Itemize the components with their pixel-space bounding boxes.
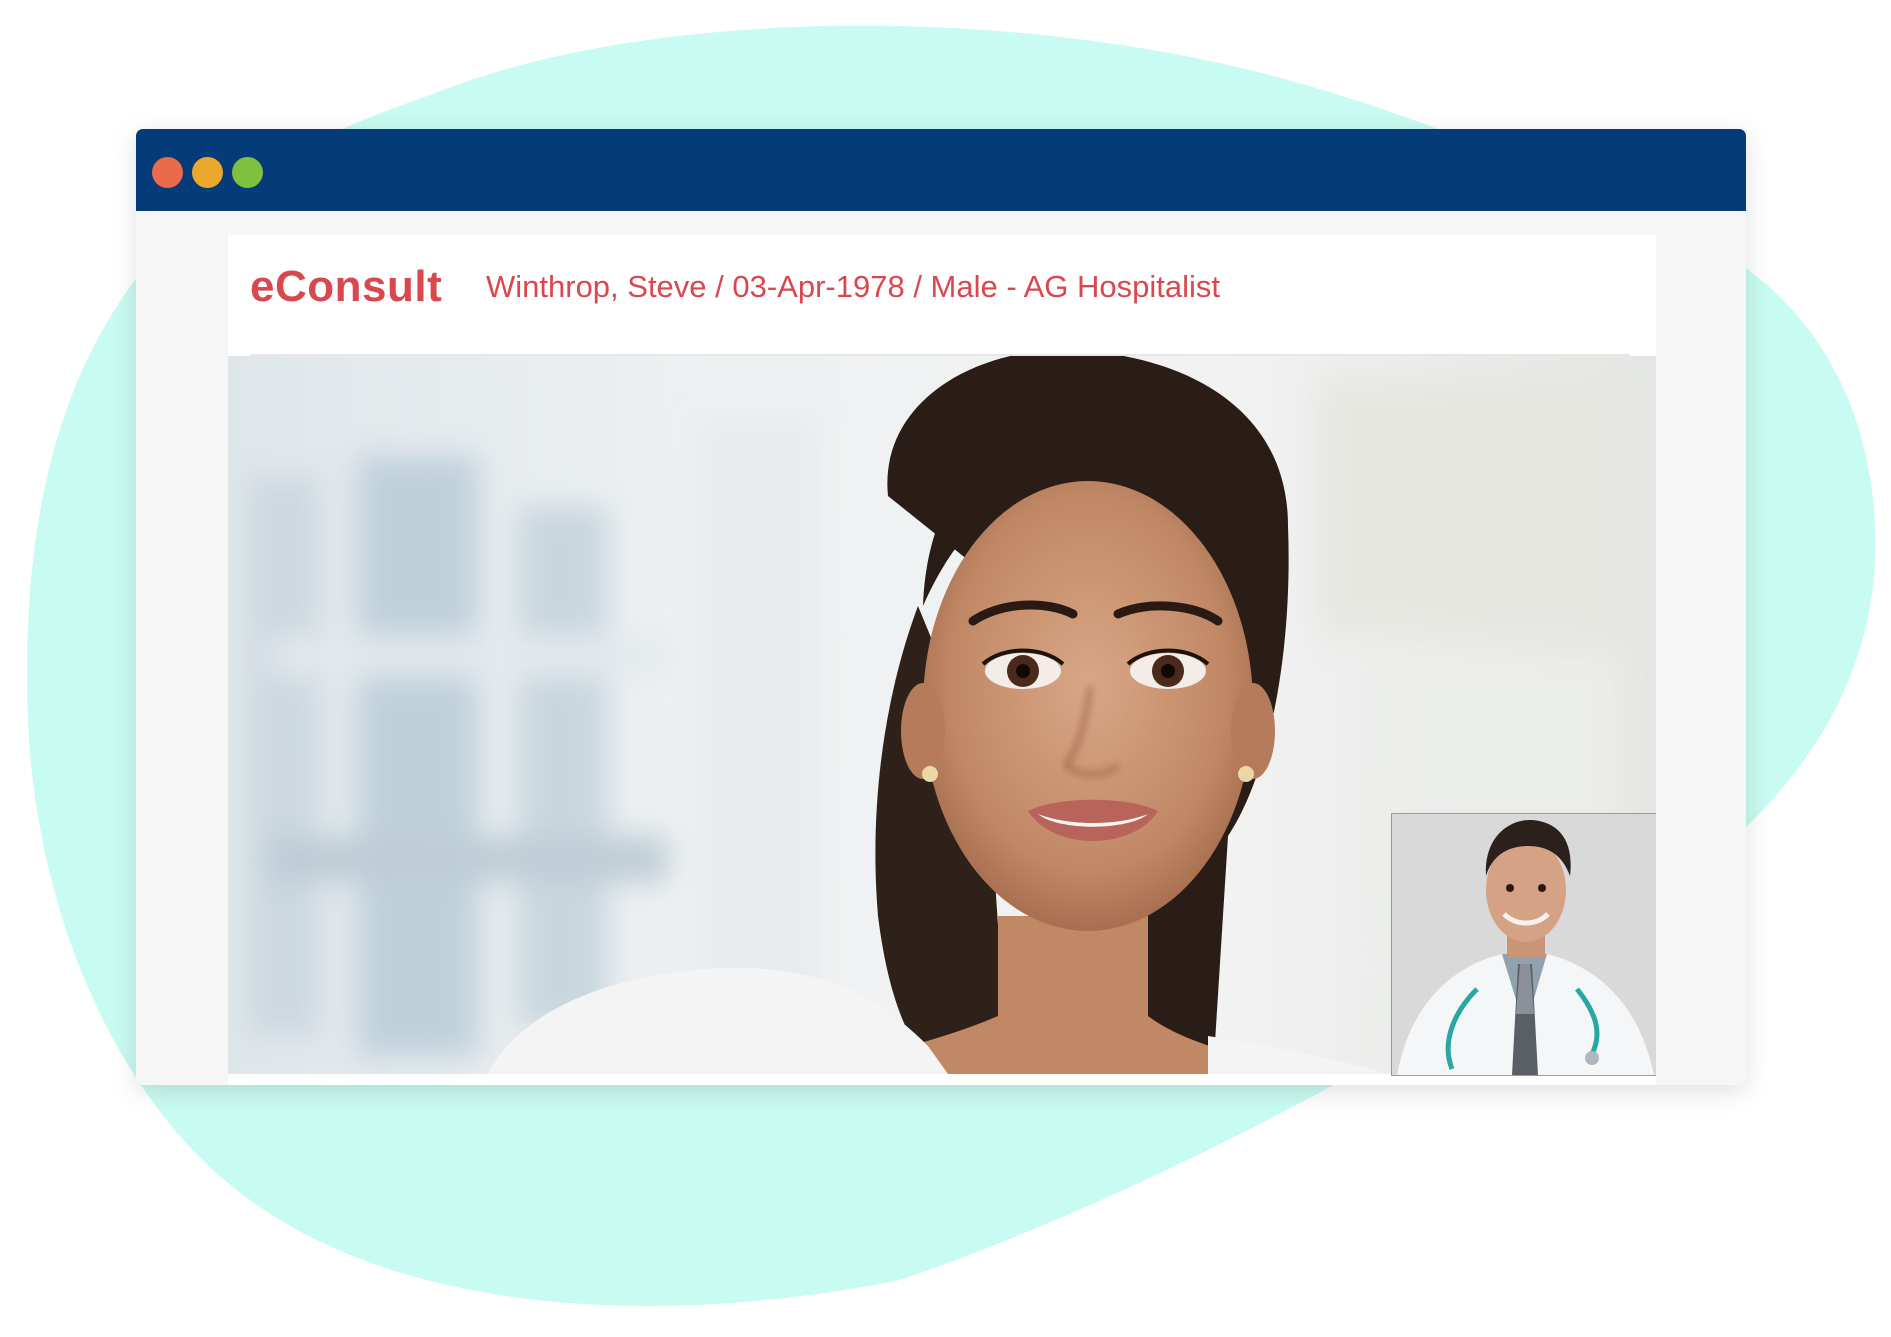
brand-logo: eConsult (250, 262, 443, 311)
doctor-video-image (1392, 814, 1656, 1075)
minimize-window-button[interactable] (192, 157, 223, 188)
maximize-window-button[interactable] (232, 157, 263, 188)
doctor-self-view[interactable] (1391, 813, 1656, 1076)
window-titlebar (136, 129, 1746, 211)
patient-info: Winthrop, Steve / 03-Apr-1978 / Male - A… (486, 269, 1220, 304)
browser-window: eConsult Winthrop, Steve / 03-Apr-1978 /… (136, 129, 1746, 1085)
close-window-button[interactable] (152, 157, 183, 188)
consult-panel: eConsult Winthrop, Steve / 03-Apr-1978 /… (228, 235, 1656, 1085)
